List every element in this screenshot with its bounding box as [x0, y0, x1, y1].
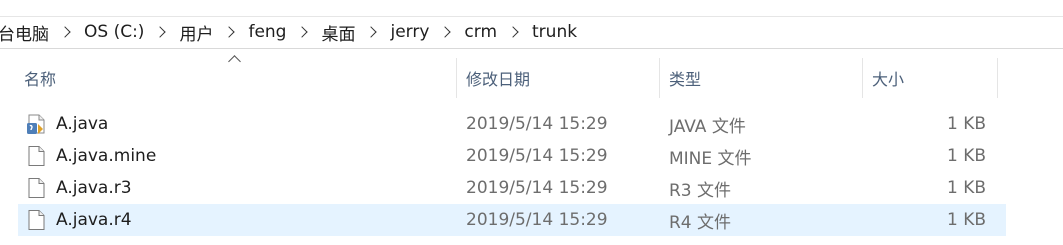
column-header-size[interactable]: 大小 — [872, 58, 904, 98]
chevron-right-icon[interactable] — [439, 26, 452, 38]
file-type: R4 文件 — [669, 212, 732, 233]
breadcrumb-item-this-pc[interactable]: 台电脑 — [0, 20, 55, 45]
column-divider[interactable] — [456, 58, 457, 98]
breadcrumb-item-users[interactable]: 用户 — [173, 20, 219, 45]
file-type: JAVA 文件 — [669, 116, 746, 137]
title-area — [0, 0, 1063, 17]
file-type: R3 文件 — [669, 180, 732, 201]
column-header-name[interactable]: 名称 — [24, 58, 56, 98]
file-row[interactable]: A.java 2019/5/14 15:29 JAVA 文件 1 KB — [18, 108, 1006, 140]
file-size: 1 KB — [946, 210, 986, 230]
file-type: MINE 文件 — [669, 148, 752, 169]
breadcrumb-item-jerry[interactable]: jerry — [384, 22, 435, 42]
breadcrumb-item-os-c[interactable]: OS (C:) — [78, 22, 150, 42]
chevron-right-icon[interactable] — [507, 26, 519, 38]
column-header-type[interactable]: 类型 — [669, 58, 701, 98]
column-divider[interactable] — [659, 58, 660, 98]
file-row-selected[interactable]: A.java.r4 2019/5/14 15:29 R4 文件 1 KB — [18, 204, 1006, 236]
file-row[interactable]: A.java.mine 2019/5/14 15:29 MINE 文件 1 KB — [18, 140, 1006, 172]
column-divider[interactable] — [862, 58, 863, 98]
chevron-right-icon[interactable] — [365, 26, 378, 38]
chevron-right-icon[interactable] — [223, 26, 236, 38]
file-name: A.java.r4 — [56, 210, 132, 230]
file-name: A.java — [56, 114, 109, 134]
chevron-right-icon[interactable] — [59, 26, 71, 38]
breadcrumb-item-trunk[interactable]: trunk — [526, 22, 583, 42]
file-row[interactable]: A.java.r3 2019/5/14 15:29 R3 文件 1 KB — [18, 172, 1006, 204]
column-headers: 名称 修改日期 类型 大小 — [0, 58, 1063, 98]
file-icon — [28, 210, 45, 230]
column-divider[interactable] — [997, 58, 998, 98]
chevron-right-icon[interactable] — [154, 26, 167, 38]
file-size: 1 KB — [946, 178, 986, 198]
file-date: 2019/5/14 15:29 — [466, 210, 608, 230]
file-name: A.java.r3 — [56, 178, 132, 198]
file-date: 2019/5/14 15:29 — [466, 114, 608, 134]
file-icon — [28, 178, 45, 198]
address-bar[interactable]: 台电脑 OS (C:) 用户 feng 桌面 jerry crm trunk — [0, 16, 1063, 49]
column-header-date-modified[interactable]: 修改日期 — [466, 58, 530, 98]
breadcrumb-item-desktop[interactable]: 桌面 — [315, 20, 361, 45]
file-date: 2019/5/14 15:29 — [466, 146, 608, 166]
file-name: A.java.mine — [56, 146, 157, 166]
file-icon — [28, 146, 45, 166]
file-size: 1 KB — [946, 146, 986, 166]
breadcrumb-item-crm[interactable]: crm — [458, 22, 503, 42]
java-file-icon — [27, 114, 45, 134]
breadcrumb-item-feng[interactable]: feng — [242, 22, 292, 42]
chevron-right-icon[interactable] — [296, 26, 309, 38]
file-size: 1 KB — [946, 114, 986, 134]
breadcrumb: 台电脑 OS (C:) 用户 feng 桌面 jerry crm trunk — [0, 20, 583, 45]
file-date: 2019/5/14 15:29 — [466, 178, 608, 198]
